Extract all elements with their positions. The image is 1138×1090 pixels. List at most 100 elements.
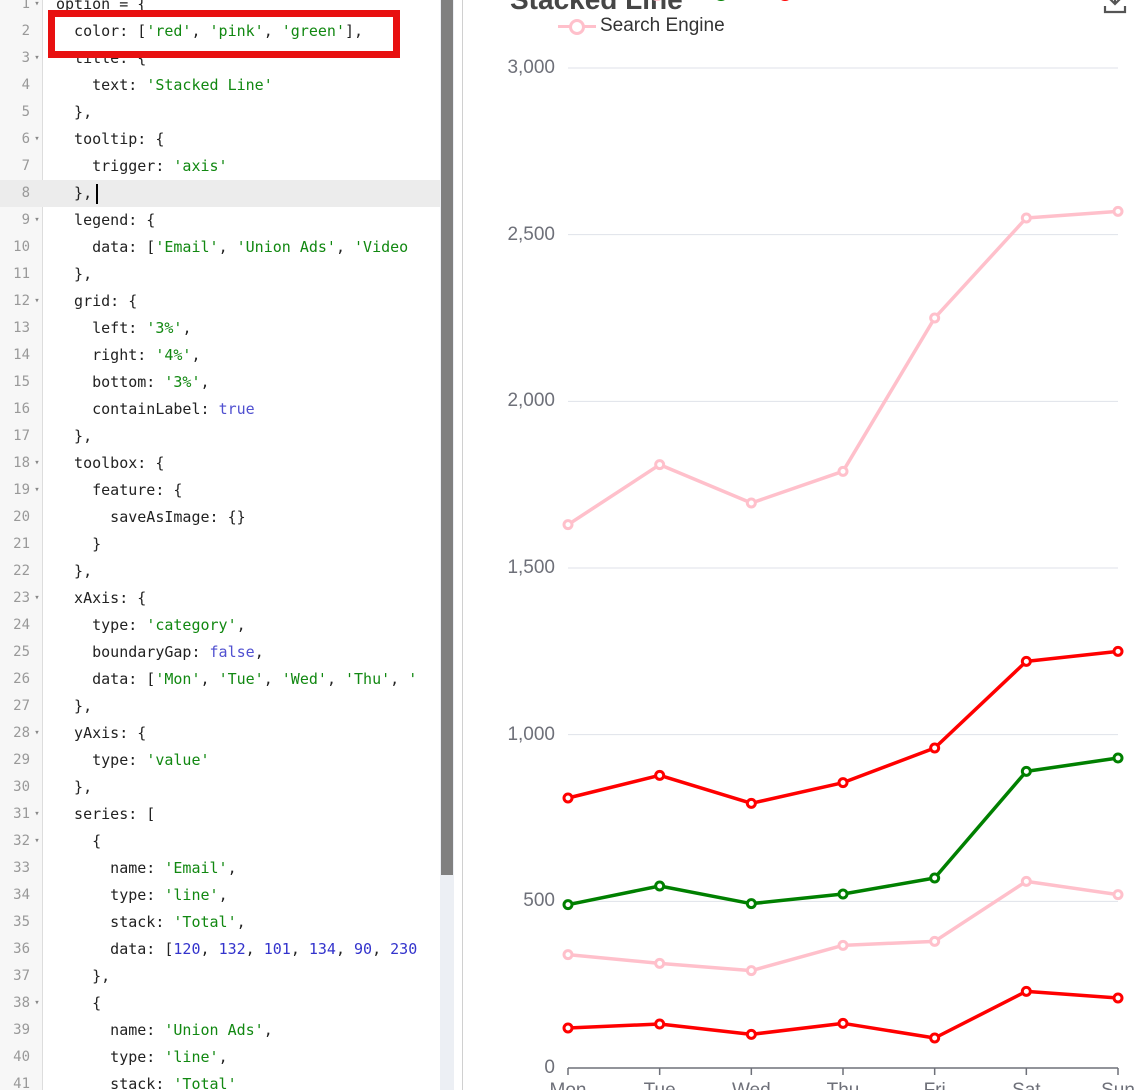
code-line-text: stack: 'Total' [56, 1075, 237, 1090]
series-data-point[interactable] [929, 872, 941, 884]
series-data-point[interactable] [1020, 655, 1032, 667]
fold-toggle-icon[interactable]: ▾ [32, 450, 42, 477]
code-line[interactable]: 4 text: 'Stacked Line' [0, 72, 440, 99]
code-line[interactable]: 24 type: 'category', [0, 612, 440, 639]
series-data-point[interactable] [1020, 985, 1032, 997]
code-line[interactable]: 30 }, [0, 774, 440, 801]
editor-scrollbar-thumb[interactable] [441, 0, 453, 875]
code-line[interactable]: 12 ▾ grid: { [0, 288, 440, 315]
code-line[interactable]: 8 }, [0, 180, 440, 207]
series-data-point[interactable] [1020, 875, 1032, 887]
code-line[interactable]: 29 type: 'value' [0, 747, 440, 774]
series-data-point[interactable] [562, 792, 574, 804]
line-number: 13 [13, 320, 30, 336]
code-line[interactable]: 3 ▾ title: { [0, 45, 440, 72]
code-line[interactable]: 23 ▾ xAxis: { [0, 585, 440, 612]
code-line[interactable]: 39 name: 'Union Ads', [0, 1017, 440, 1044]
code-line[interactable]: 16 containLabel: true [0, 396, 440, 423]
code-line[interactable]: 19 ▾ feature: { [0, 477, 440, 504]
pane-divider[interactable] [454, 0, 463, 1090]
code-line[interactable]: 17 }, [0, 423, 440, 450]
series-data-point[interactable] [1112, 889, 1124, 901]
code-line[interactable]: 14 right: '4%', [0, 342, 440, 369]
series-data-point[interactable] [1020, 212, 1032, 224]
fold-toggle-icon[interactable]: ▾ [32, 207, 42, 234]
series-data-point[interactable] [562, 519, 574, 531]
code-line[interactable]: 37 }, [0, 963, 440, 990]
code-line[interactable]: 21 } [0, 531, 440, 558]
fold-toggle-icon[interactable]: ▾ [32, 0, 42, 18]
code-line[interactable]: 34 type: 'line', [0, 882, 440, 909]
code-line[interactable]: 18 ▾ toolbox: { [0, 450, 440, 477]
code-content[interactable]: 1 ▾ option = {2 color: ['red', 'pink', 'gr… [0, 0, 440, 1090]
line-number: 5 [21, 104, 30, 120]
series-data-point[interactable] [1112, 752, 1124, 764]
code-editor-pane[interactable]: 1 ▾ option = {2 color: ['red', 'pink', 'gr… [0, 0, 462, 1090]
series-data-point[interactable] [837, 1017, 849, 1029]
series-data-point[interactable] [1112, 992, 1124, 1004]
series-data-point[interactable] [837, 465, 849, 477]
line-number: 9 [21, 212, 30, 228]
code-line[interactable]: 27 }, [0, 693, 440, 720]
fold-toggle-icon[interactable]: ▾ [32, 126, 42, 153]
series-data-point[interactable] [562, 949, 574, 961]
series-data-point[interactable] [929, 1032, 941, 1044]
code-line[interactable]: 13 left: '3%', [0, 315, 440, 342]
code-line[interactable]: 15 bottom: '3%', [0, 369, 440, 396]
series-data-point[interactable] [837, 888, 849, 900]
series-data-point[interactable] [745, 497, 757, 509]
series-data-point[interactable] [1112, 645, 1124, 657]
series-data-point[interactable] [929, 935, 941, 947]
code-line[interactable]: 36 data: [120, 132, 101, 134, 90, 230 [0, 936, 440, 963]
code-line[interactable]: 41 stack: 'Total' [0, 1071, 440, 1090]
code-line[interactable]: 1 ▾ option = { [0, 0, 440, 18]
code-line[interactable]: 2 color: ['red', 'pink', 'green'], [0, 18, 440, 45]
series-data-point[interactable] [654, 459, 666, 471]
code-line[interactable]: 40 type: 'line', [0, 1044, 440, 1071]
fold-toggle-icon[interactable]: ▾ [32, 828, 42, 855]
code-line[interactable]: 9 ▾ legend: { [0, 207, 440, 234]
series-data-point[interactable] [1112, 205, 1124, 217]
code-line[interactable]: 33 name: 'Email', [0, 855, 440, 882]
fold-toggle-icon[interactable]: ▾ [32, 45, 42, 72]
fold-toggle-icon[interactable]: ▾ [32, 288, 42, 315]
fold-toggle-icon[interactable]: ▾ [32, 585, 42, 612]
code-line[interactable]: 5 }, [0, 99, 440, 126]
fold-toggle-icon[interactable]: ▾ [32, 801, 42, 828]
fold-toggle-icon[interactable]: ▾ [32, 720, 42, 747]
series-data-point[interactable] [562, 899, 574, 911]
series-data-point[interactable] [1020, 765, 1032, 777]
line-number: 25 [13, 644, 30, 660]
series-data-point[interactable] [654, 880, 666, 892]
series-data-point[interactable] [654, 957, 666, 969]
fold-toggle-icon[interactable]: ▾ [32, 477, 42, 504]
code-line[interactable]: 38 ▾ { [0, 990, 440, 1017]
series-data-point[interactable] [654, 769, 666, 781]
series-data-point[interactable] [837, 777, 849, 789]
series-data-point[interactable] [929, 312, 941, 324]
series-data-point[interactable] [837, 939, 849, 951]
code-line[interactable]: 11 }, [0, 261, 440, 288]
series-data-point[interactable] [745, 1028, 757, 1040]
code-line[interactable]: 6 ▾ tooltip: { [0, 126, 440, 153]
code-line[interactable]: 7 trigger: 'axis' [0, 153, 440, 180]
code-line-text: { [56, 994, 102, 1012]
code-line[interactable]: 22 }, [0, 558, 440, 585]
code-line[interactable]: 26 data: ['Mon', 'Tue', 'Wed', 'Thu', ' [0, 666, 440, 693]
series-data-point[interactable] [745, 797, 757, 809]
series-data-point[interactable] [745, 898, 757, 910]
series-data-point[interactable] [745, 965, 757, 977]
series-data-point[interactable] [562, 1022, 574, 1034]
code-line[interactable]: 32 ▾ { [0, 828, 440, 855]
code-line-text: type: 'category', [56, 616, 246, 634]
fold-toggle-icon[interactable]: ▾ [32, 990, 42, 1017]
code-line[interactable]: 10 data: ['Email', 'Union Ads', 'Video [0, 234, 440, 261]
code-line[interactable]: 20 saveAsImage: {} [0, 504, 440, 531]
code-line[interactable]: 31 ▾ series: [ [0, 801, 440, 828]
code-line[interactable]: 25 boundaryGap: false, [0, 639, 440, 666]
series-data-point[interactable] [929, 742, 941, 754]
code-line[interactable]: 28 ▾ yAxis: { [0, 720, 440, 747]
line-number: 36 [13, 941, 30, 957]
code-line[interactable]: 35 stack: 'Total', [0, 909, 440, 936]
series-data-point[interactable] [654, 1018, 666, 1030]
